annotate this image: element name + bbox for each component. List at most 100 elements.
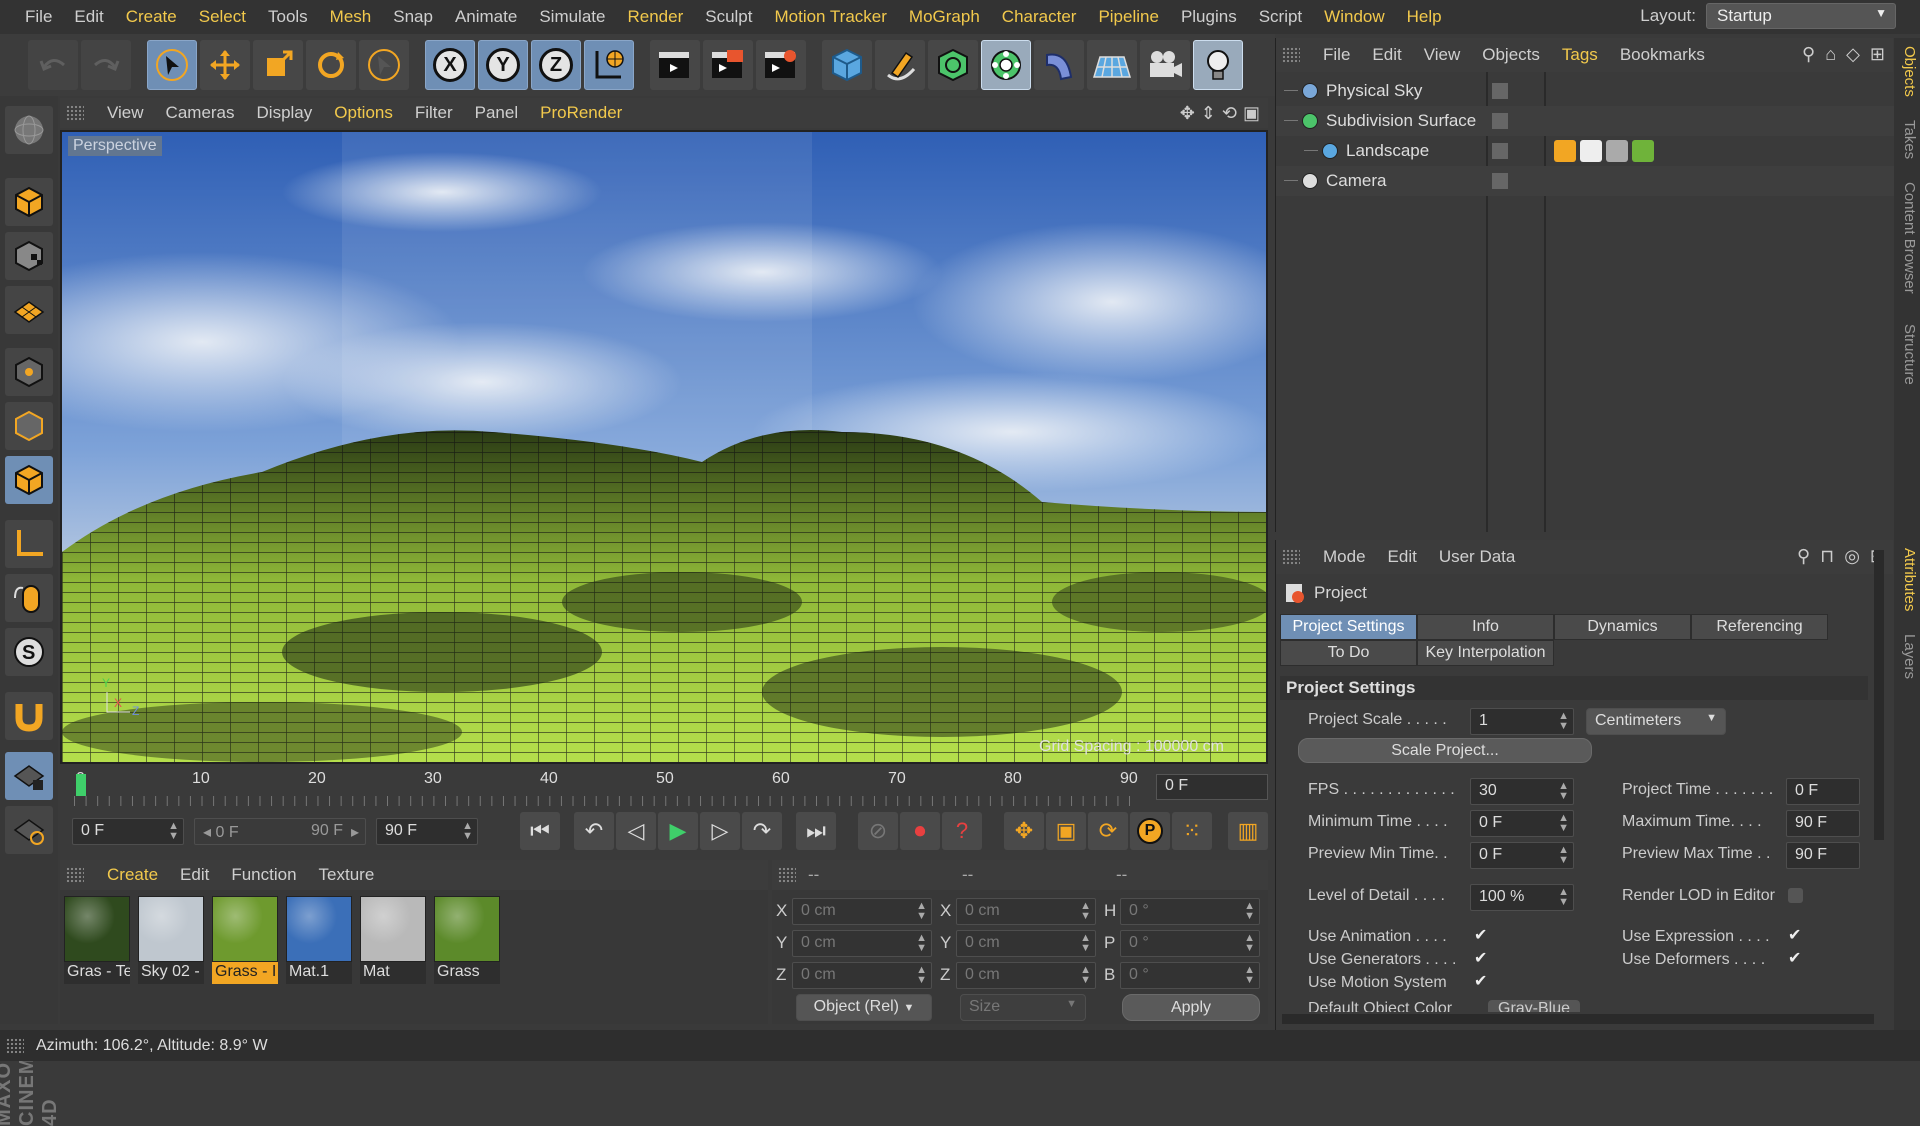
menu-mesh[interactable]: Mesh bbox=[319, 7, 383, 27]
viewport-menu-display[interactable]: Display bbox=[246, 103, 324, 123]
key-parameter-button[interactable]: P bbox=[1130, 812, 1170, 850]
pen-spline-button[interactable] bbox=[875, 40, 925, 90]
toggle-view-icon[interactable]: ▣ bbox=[1243, 103, 1260, 124]
menu-plugins[interactable]: Plugins bbox=[1170, 7, 1248, 27]
next-frame-button[interactable]: ▷ bbox=[700, 812, 740, 850]
coordinate-mode-dropdown[interactable]: Object (Rel) ▼ bbox=[796, 994, 932, 1021]
material-menu-edit[interactable]: Edit bbox=[169, 865, 220, 885]
layer-visibility-icon[interactable] bbox=[1492, 143, 1508, 159]
viewport-menu-prorender[interactable]: ProRender bbox=[529, 103, 633, 123]
tab-key-interpolation[interactable]: Key Interpolation bbox=[1417, 640, 1554, 666]
tab-takes[interactable]: Takes bbox=[1896, 120, 1918, 159]
redo-button[interactable] bbox=[81, 40, 131, 90]
object-row[interactable]: Subdivision Surface bbox=[1276, 106, 1894, 136]
menu-mograph[interactable]: MoGraph bbox=[898, 7, 991, 27]
coord-field[interactable]: 0 cm ▲ ▼ bbox=[792, 898, 932, 925]
record-active-button[interactable]: ⏺ bbox=[900, 812, 940, 850]
axis-mode-button[interactable] bbox=[5, 520, 53, 568]
menu-render[interactable]: Render bbox=[616, 7, 694, 27]
key-pla-button[interactable]: ⁙ bbox=[1172, 812, 1212, 850]
minimum-time-field[interactable]: 0 F ▲ ▼ bbox=[1470, 810, 1574, 837]
cube-object-button[interactable] bbox=[822, 40, 872, 90]
coord-field[interactable]: 0 ° ▲ ▼ bbox=[1120, 898, 1260, 925]
menu-window[interactable]: Window bbox=[1313, 7, 1395, 27]
menu-select[interactable]: Select bbox=[188, 7, 257, 27]
camera-button[interactable] bbox=[1140, 40, 1190, 90]
lock-icon[interactable]: ⊓ bbox=[1820, 546, 1834, 567]
material-item[interactable]: Sky 02 - bbox=[138, 896, 204, 986]
tab-content-browser[interactable]: Content Browser bbox=[1896, 182, 1918, 294]
points-mode-button[interactable] bbox=[5, 348, 53, 396]
tab-to-do[interactable]: To Do bbox=[1280, 640, 1417, 666]
tweak-mode-button[interactable] bbox=[5, 574, 53, 622]
key-scale-button[interactable]: ▣ bbox=[1046, 812, 1086, 850]
tab-info[interactable]: Info bbox=[1417, 614, 1554, 640]
menu-character[interactable]: Character bbox=[991, 7, 1088, 27]
coord-field[interactable]: 0 cm ▲ ▼ bbox=[956, 930, 1096, 957]
object-menu-file[interactable]: File bbox=[1312, 45, 1361, 65]
object-menu-edit[interactable]: Edit bbox=[1361, 45, 1412, 65]
menu-pipeline[interactable]: Pipeline bbox=[1087, 7, 1170, 27]
object-menu-bookmarks[interactable]: Bookmarks bbox=[1609, 45, 1716, 65]
material-tag-icon[interactable] bbox=[1554, 140, 1576, 162]
tab-objects[interactable]: Objects bbox=[1896, 46, 1918, 97]
search-icon[interactable]: ⚲ bbox=[1797, 546, 1810, 567]
locked-workplane-button[interactable] bbox=[5, 752, 53, 800]
menu-tools[interactable]: Tools bbox=[257, 7, 319, 27]
fps-field[interactable]: 30 ▲ ▼ bbox=[1470, 778, 1574, 805]
use-animation-checkbox[interactable]: ✔ bbox=[1474, 928, 1490, 944]
material-item[interactable]: Mat.1 bbox=[286, 896, 352, 986]
render-lod-checkbox[interactable] bbox=[1788, 888, 1803, 903]
recent-tool-button[interactable] bbox=[359, 40, 409, 90]
timeline[interactable]: 0102030405060708090 0 F bbox=[60, 768, 1268, 808]
menu-file[interactable]: File bbox=[14, 7, 63, 27]
material-item[interactable]: Grass bbox=[434, 896, 500, 986]
coord-field[interactable]: 0 ° ▲ ▼ bbox=[1120, 930, 1260, 957]
coord-field[interactable]: 0 cm ▲ ▼ bbox=[956, 962, 1096, 989]
material-tag-icon[interactable] bbox=[1580, 140, 1602, 162]
coord-field[interactable]: 0 cm ▲ ▼ bbox=[792, 930, 932, 957]
attribute-menu-edit[interactable]: Edit bbox=[1377, 547, 1428, 567]
play-button[interactable]: ▶ bbox=[658, 812, 698, 850]
undo-button[interactable] bbox=[28, 40, 78, 90]
eye-icon[interactable]: ◇ bbox=[1846, 44, 1860, 65]
use-expression-checkbox[interactable]: ✔ bbox=[1788, 928, 1804, 944]
tab-referencing[interactable]: Referencing bbox=[1691, 614, 1828, 640]
edges-mode-button[interactable] bbox=[5, 402, 53, 450]
menu-help[interactable]: Help bbox=[1396, 7, 1453, 27]
key-position-button[interactable]: ✥ bbox=[1004, 812, 1044, 850]
timeline-window-button[interactable]: ▥ bbox=[1228, 812, 1268, 850]
viewport-menu-panel[interactable]: Panel bbox=[464, 103, 529, 123]
x-axis-lock-button[interactable]: X bbox=[425, 40, 475, 90]
object-menu-objects[interactable]: Objects bbox=[1471, 45, 1551, 65]
magnet-button[interactable] bbox=[5, 692, 53, 740]
menu-create[interactable]: Create bbox=[115, 7, 188, 27]
go-to-end-button[interactable]: ⏭ bbox=[796, 812, 836, 850]
move-view-icon[interactable]: ✥ bbox=[1180, 103, 1195, 124]
menu-motion-tracker[interactable]: Motion Tracker bbox=[763, 7, 897, 27]
render-view-button[interactable] bbox=[650, 40, 700, 90]
default-object-color-dropdown[interactable]: Gray-Blue bbox=[1488, 1000, 1581, 1012]
go-to-start-button[interactable]: ⏮ bbox=[520, 812, 560, 850]
layer-visibility-icon[interactable] bbox=[1492, 173, 1508, 189]
menu-simulate[interactable]: Simulate bbox=[528, 7, 616, 27]
material-item[interactable]: Mat bbox=[360, 896, 426, 986]
scale-project-button[interactable]: Scale Project... bbox=[1298, 738, 1592, 763]
project-scale-field[interactable]: 1 ▲ ▼ bbox=[1470, 708, 1574, 735]
material-menu-function[interactable]: Function bbox=[220, 865, 307, 885]
material-item[interactable]: Gras - Te bbox=[64, 896, 130, 986]
rotate-view-icon[interactable]: ⟲ bbox=[1222, 103, 1237, 124]
viewport-menu-filter[interactable]: Filter bbox=[404, 103, 464, 123]
coordinate-system-button[interactable] bbox=[584, 40, 634, 90]
material-item[interactable]: Grass - I bbox=[212, 896, 278, 986]
layer-visibility-icon[interactable] bbox=[1492, 113, 1508, 129]
cloner-button[interactable] bbox=[981, 40, 1031, 90]
render-region-button[interactable] bbox=[703, 40, 753, 90]
bend-deformer-button[interactable] bbox=[1034, 40, 1084, 90]
home-icon[interactable]: ⌂ bbox=[1825, 44, 1836, 65]
key-rotation-button[interactable]: ⟳ bbox=[1088, 812, 1128, 850]
start-frame-field[interactable]: 0 F ▲ ▼ bbox=[72, 818, 184, 845]
tab-project-settings[interactable]: Project Settings bbox=[1280, 614, 1417, 640]
layout-dropdown[interactable]: Startup ▼ bbox=[1706, 3, 1896, 29]
menu-edit[interactable]: Edit bbox=[63, 7, 114, 27]
